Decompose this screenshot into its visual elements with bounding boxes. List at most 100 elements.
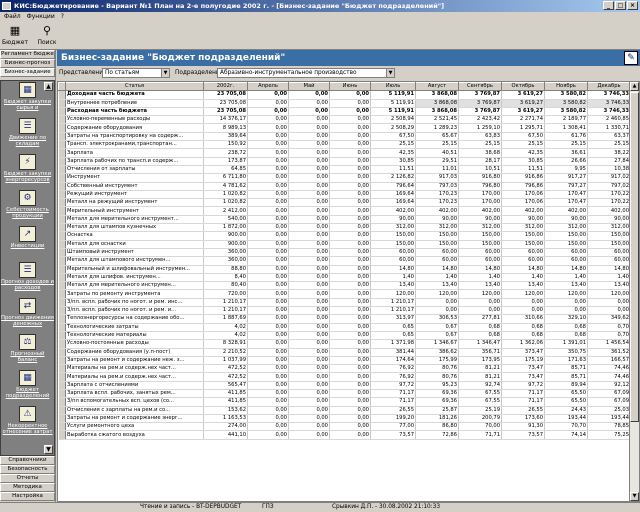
row-value[interactable]: 63,37: [587, 132, 630, 142]
row-article[interactable]: Расходная часть бюджета: [65, 107, 204, 117]
sidebar-item[interactable]: ⚙Себестоимость продукции предприятия: [1, 189, 54, 225]
row-value[interactable]: 60,00: [458, 248, 502, 258]
row-article[interactable]: Доходная часть бюджета: [65, 90, 204, 100]
row-value[interactable]: 0,00: [329, 364, 371, 374]
row-value[interactable]: 720,00: [203, 289, 248, 299]
sidebar-item[interactable]: ↗ Инвестиции: [1, 225, 54, 261]
row-value[interactable]: 97,72: [370, 381, 416, 391]
row-value[interactable]: 0,00: [329, 90, 371, 100]
row-value[interactable]: 150,00: [544, 240, 588, 249]
row-article[interactable]: Затраты по ремонту инструмента: [65, 289, 204, 299]
row-value[interactable]: 306,53: [415, 314, 459, 324]
row-value[interactable]: 3 868,08: [415, 107, 459, 117]
row-indicator[interactable]: [58, 339, 66, 349]
row-value[interactable]: 0,00: [247, 430, 289, 440]
row-value[interactable]: 0,00: [247, 339, 289, 349]
table-row[interactable]: Услуги ремонтного цеха 274,00 0,00 0,00 0,00…: [58, 422, 630, 432]
row-indicator[interactable]: [58, 198, 66, 208]
row-value[interactable]: 0,00: [288, 115, 330, 125]
row-article[interactable]: З/пл. вспл. рабочих по ногот. и рем. инс…: [65, 298, 204, 308]
scroll-up-icon[interactable]: ▲: [44, 82, 53, 91]
row-value[interactable]: 40,51: [415, 148, 459, 158]
row-value[interactable]: 0,00: [288, 165, 330, 175]
row-value[interactable]: 81,21: [458, 372, 502, 382]
scroll-down-icon[interactable]: ▼: [630, 492, 639, 501]
row-value[interactable]: 0,00: [288, 99, 330, 108]
row-value[interactable]: 0,00: [247, 198, 289, 208]
row-value[interactable]: 312,00: [458, 223, 502, 233]
row-value[interactable]: 13,40: [415, 281, 459, 291]
row-indicator[interactable]: [58, 115, 66, 125]
row-value[interactable]: 0,00: [329, 132, 371, 142]
row-indicator[interactable]: [58, 323, 66, 332]
row-value[interactable]: 0,00: [329, 348, 371, 357]
row-value[interactable]: 70,70: [544, 422, 588, 432]
row-value[interactable]: 0,67: [415, 323, 459, 332]
row-value[interactable]: 0,00: [329, 414, 371, 424]
row-value[interactable]: 238,72: [203, 148, 248, 158]
row-value[interactable]: 73,57: [501, 430, 545, 440]
row-value[interactable]: 42,35: [370, 148, 416, 158]
row-value[interactable]: 26,55: [370, 406, 416, 415]
column-header[interactable]: Июль: [370, 82, 416, 92]
row-value[interactable]: 0,00: [247, 173, 289, 183]
row-value[interactable]: 0,00: [288, 132, 330, 142]
row-article[interactable]: Штамповый инструмент: [65, 248, 204, 258]
row-value[interactable]: 0,70: [587, 331, 630, 341]
row-value[interactable]: 80,40: [203, 281, 248, 291]
row-value[interactable]: 13,40: [544, 281, 588, 291]
row-value[interactable]: 1 330,71: [587, 123, 630, 133]
row-value[interactable]: 14,80: [458, 265, 502, 274]
budget-button[interactable]: ▦ Бюджет: [2, 24, 28, 48]
row-value[interactable]: 67,55: [458, 389, 502, 399]
row-article[interactable]: Режущий инструмент: [65, 190, 204, 200]
row-value[interactable]: 0,00: [247, 107, 289, 117]
row-value[interactable]: 170,00: [458, 190, 502, 200]
row-value[interactable]: 60,00: [415, 248, 459, 258]
row-value[interactable]: 1,40: [370, 273, 416, 283]
row-value[interactable]: 170,00: [458, 198, 502, 208]
row-value[interactable]: 24,43: [544, 406, 588, 415]
table-row[interactable]: Зарплата вспл. рабочих, занятых рем... 41…: [58, 389, 630, 399]
row-value[interactable]: 71,17: [370, 389, 416, 399]
table-row[interactable]: Инструмент 6 711,80 0,00 0,00 0,00 2 126,82 91…: [58, 173, 630, 183]
row-indicator[interactable]: [58, 157, 66, 166]
row-value[interactable]: 0,00: [288, 240, 330, 249]
row-indicator[interactable]: [58, 140, 66, 150]
row-value[interactable]: 312,00: [587, 223, 630, 233]
table-row[interactable]: Зарплата рабочих по трансп.и содерж... 17…: [58, 157, 630, 166]
row-value[interactable]: 0,00: [247, 298, 289, 308]
row-value[interactable]: 8 328,91: [203, 339, 248, 349]
table-row[interactable]: Технологические материалы 4,02 0,00 0,00 0,0…: [58, 331, 630, 341]
menu-file[interactable]: Файл: [4, 12, 21, 22]
row-indicator[interactable]: [58, 348, 66, 357]
row-value[interactable]: 360,00: [203, 256, 248, 266]
row-article[interactable]: Собственный инструмент: [65, 182, 204, 191]
row-value[interactable]: 3 746,33: [587, 90, 630, 100]
row-value[interactable]: 0,68: [544, 323, 588, 332]
row-value[interactable]: 0,00: [329, 389, 371, 399]
row-value[interactable]: 14,80: [415, 265, 459, 274]
table-row[interactable]: Затраты на ремонт и содержание неж. з...…: [58, 356, 630, 366]
minimize-button[interactable]: _: [603, 1, 614, 10]
row-value[interactable]: 0,68: [501, 331, 545, 341]
row-indicator[interactable]: [58, 265, 66, 274]
row-value[interactable]: 0,00: [288, 306, 330, 316]
table-row[interactable]: Затраты на ремонт и содержание энерг... 1…: [58, 414, 630, 424]
sidebar-tab-security[interactable]: Безопасность: [0, 465, 55, 474]
row-value[interactable]: 90,00: [501, 215, 545, 225]
row-value[interactable]: 67,09: [587, 397, 630, 407]
row-value[interactable]: 0,00: [329, 99, 371, 108]
table-row[interactable]: Металл для оснастки 900,00 0,00 0,00 0,00 150…: [58, 240, 630, 249]
row-value[interactable]: 0,00: [247, 206, 289, 216]
sidebar-item[interactable]: ☰Прогноз доходов и расходов предприятия: [1, 261, 54, 297]
row-value[interactable]: 175,19: [501, 356, 545, 366]
row-value[interactable]: 2 126,82: [370, 173, 416, 183]
row-value[interactable]: 1 210,17: [203, 306, 248, 316]
row-value[interactable]: 6 711,80: [203, 173, 248, 183]
row-value[interactable]: 0,00: [329, 356, 371, 366]
row-value[interactable]: 25,15: [587, 140, 630, 150]
row-value[interactable]: 0,00: [247, 90, 289, 100]
row-value[interactable]: 65,50: [544, 397, 588, 407]
row-value[interactable]: 2 210,52: [203, 348, 248, 357]
